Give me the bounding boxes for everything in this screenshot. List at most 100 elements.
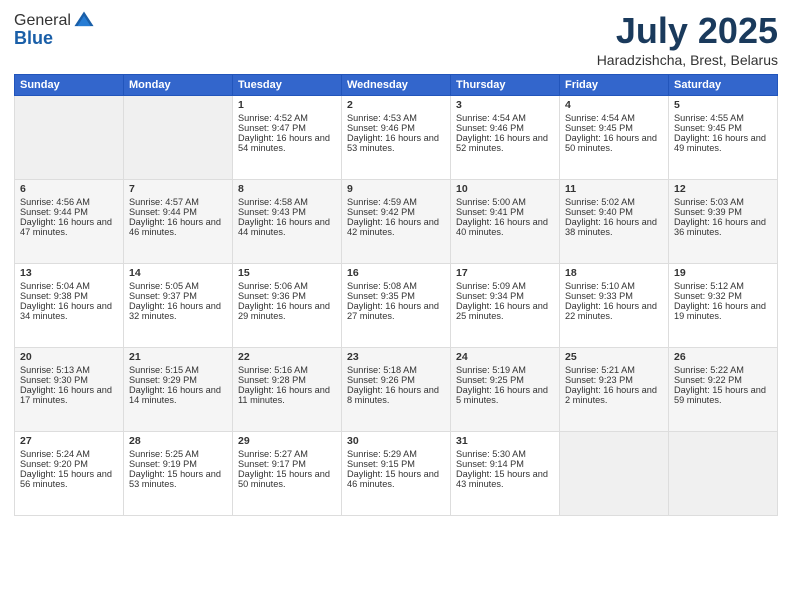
calendar-week-2: 6Sunrise: 4:56 AMSunset: 9:44 PMDaylight…	[15, 180, 778, 264]
daylight-text: Daylight: 16 hours and 5 minutes.	[456, 385, 554, 405]
sunset-text: Sunset: 9:40 PM	[565, 207, 663, 217]
sunset-text: Sunset: 9:17 PM	[238, 459, 336, 469]
daylight-text: Daylight: 16 hours and 40 minutes.	[456, 217, 554, 237]
daylight-text: Daylight: 16 hours and 34 minutes.	[20, 301, 118, 321]
logo-icon	[73, 10, 95, 32]
calendar-cell: 30Sunrise: 5:29 AMSunset: 9:15 PMDayligh…	[342, 432, 451, 516]
day-number: 8	[238, 183, 336, 195]
day-number: 17	[456, 267, 554, 279]
calendar-header-monday: Monday	[124, 75, 233, 96]
calendar-cell: 4Sunrise: 4:54 AMSunset: 9:45 PMDaylight…	[560, 96, 669, 180]
sunrise-text: Sunrise: 5:25 AM	[129, 449, 227, 459]
sunrise-text: Sunrise: 4:59 AM	[347, 197, 445, 207]
daylight-text: Daylight: 16 hours and 17 minutes.	[20, 385, 118, 405]
calendar-cell: 6Sunrise: 4:56 AMSunset: 9:44 PMDaylight…	[15, 180, 124, 264]
calendar-header-thursday: Thursday	[451, 75, 560, 96]
calendar-cell: 2Sunrise: 4:53 AMSunset: 9:46 PMDaylight…	[342, 96, 451, 180]
sunset-text: Sunset: 9:34 PM	[456, 291, 554, 301]
daylight-text: Daylight: 16 hours and 32 minutes.	[129, 301, 227, 321]
day-number: 16	[347, 267, 445, 279]
daylight-text: Daylight: 15 hours and 46 minutes.	[347, 469, 445, 489]
sunset-text: Sunset: 9:43 PM	[238, 207, 336, 217]
sunrise-text: Sunrise: 5:08 AM	[347, 281, 445, 291]
daylight-text: Daylight: 16 hours and 50 minutes.	[565, 133, 663, 153]
calendar-cell: 15Sunrise: 5:06 AMSunset: 9:36 PMDayligh…	[233, 264, 342, 348]
calendar-header-tuesday: Tuesday	[233, 75, 342, 96]
day-number: 19	[674, 267, 772, 279]
calendar-header-saturday: Saturday	[669, 75, 778, 96]
daylight-text: Daylight: 15 hours and 59 minutes.	[674, 385, 772, 405]
sunset-text: Sunset: 9:19 PM	[129, 459, 227, 469]
sunset-text: Sunset: 9:44 PM	[129, 207, 227, 217]
sunset-text: Sunset: 9:29 PM	[129, 375, 227, 385]
daylight-text: Daylight: 16 hours and 42 minutes.	[347, 217, 445, 237]
daylight-text: Daylight: 16 hours and 46 minutes.	[129, 217, 227, 237]
daylight-text: Daylight: 16 hours and 29 minutes.	[238, 301, 336, 321]
calendar-cell: 29 Sunrise: 5:27 AMSunset: 9:17 PMDayligh…	[233, 432, 342, 516]
sunset-text: Sunset: 9:30 PM	[20, 375, 118, 385]
calendar-header-wednesday: Wednesday	[342, 75, 451, 96]
sunrise-text: Sunrise: 5:06 AM	[238, 281, 336, 291]
day-number: 15	[238, 267, 336, 279]
day-number: 21	[129, 351, 227, 363]
sunset-text: Sunset: 9:44 PM	[20, 207, 118, 217]
sunrise-text: Sunrise: 5:16 AM	[238, 365, 336, 375]
calendar-cell: 13Sunrise: 5:04 AMSunset: 9:38 PMDayligh…	[15, 264, 124, 348]
sunset-text: Sunset: 9:42 PM	[347, 207, 445, 217]
day-number: 4	[565, 99, 663, 111]
day-number: 1	[238, 99, 336, 111]
calendar-cell: 14Sunrise: 5:05 AMSunset: 9:37 PMDayligh…	[124, 264, 233, 348]
calendar-cell: 19Sunrise: 5:12 AMSunset: 9:32 PMDayligh…	[669, 264, 778, 348]
sunset-text: Sunset: 9:41 PM	[456, 207, 554, 217]
calendar-cell: 28Sunrise: 5:25 AMSunset: 9:19 PMDayligh…	[124, 432, 233, 516]
calendar-week-4: 20Sunrise: 5:13 AMSunset: 9:30 PMDayligh…	[15, 348, 778, 432]
calendar-cell	[124, 96, 233, 180]
calendar-week-1: 1Sunrise: 4:52 AMSunset: 9:47 PMDaylight…	[15, 96, 778, 180]
daylight-text: Daylight: 15 hours and 53 minutes.	[129, 469, 227, 489]
calendar-cell: 31Sunrise: 5:30 AMSunset: 9:14 PMDayligh…	[451, 432, 560, 516]
sunrise-text: Sunrise: 5:27 AM	[238, 449, 336, 459]
sunrise-text: Sunrise: 5:19 AM	[456, 365, 554, 375]
month-title: July 2025	[597, 10, 778, 52]
calendar-week-5: 27Sunrise: 5:24 AMSunset: 9:20 PMDayligh…	[15, 432, 778, 516]
calendar-header-row: SundayMondayTuesdayWednesdayThursdayFrid…	[15, 75, 778, 96]
calendar-cell: 26Sunrise: 5:22 AMSunset: 9:22 PMDayligh…	[669, 348, 778, 432]
day-number: 26	[674, 351, 772, 363]
calendar-week-3: 13Sunrise: 5:04 AMSunset: 9:38 PMDayligh…	[15, 264, 778, 348]
sunrise-text: Sunrise: 4:54 AM	[565, 113, 663, 123]
calendar-cell: 8 Sunrise: 4:58 AMSunset: 9:43 PMDaylight…	[233, 180, 342, 264]
daylight-text: Daylight: 16 hours and 44 minutes.	[238, 217, 336, 237]
sunset-text: Sunset: 9:45 PM	[674, 123, 772, 133]
day-number: 11	[565, 183, 663, 195]
sunrise-text: Sunrise: 5:02 AM	[565, 197, 663, 207]
day-number: 29	[238, 435, 336, 447]
daylight-text: Daylight: 16 hours and 49 minutes.	[674, 133, 772, 153]
sunrise-text: Sunrise: 5:03 AM	[674, 197, 772, 207]
sunset-text: Sunset: 9:23 PM	[565, 375, 663, 385]
sunrise-text: Sunrise: 5:18 AM	[347, 365, 445, 375]
sunset-text: Sunset: 9:37 PM	[129, 291, 227, 301]
sunrise-text: Sunrise: 5:04 AM	[20, 281, 118, 291]
day-number: 3	[456, 99, 554, 111]
daylight-text: Daylight: 16 hours and 54 minutes.	[238, 133, 336, 153]
sunset-text: Sunset: 9:47 PM	[238, 123, 336, 133]
day-number: 27	[20, 435, 118, 447]
day-number: 23	[347, 351, 445, 363]
sunrise-text: Sunrise: 5:15 AM	[129, 365, 227, 375]
day-number: 2	[347, 99, 445, 111]
daylight-text: Daylight: 16 hours and 38 minutes.	[565, 217, 663, 237]
daylight-text: Daylight: 15 hours and 56 minutes.	[20, 469, 118, 489]
calendar-cell: 27Sunrise: 5:24 AMSunset: 9:20 PMDayligh…	[15, 432, 124, 516]
sunset-text: Sunset: 9:15 PM	[347, 459, 445, 469]
daylight-text: Daylight: 16 hours and 27 minutes.	[347, 301, 445, 321]
calendar-cell: 12Sunrise: 5:03 AMSunset: 9:39 PMDayligh…	[669, 180, 778, 264]
day-number: 7	[129, 183, 227, 195]
daylight-text: Daylight: 15 hours and 50 minutes.	[238, 469, 336, 489]
logo: General Blue	[14, 10, 95, 49]
day-number: 31	[456, 435, 554, 447]
calendar-cell: 5Sunrise: 4:55 AMSunset: 9:45 PMDaylight…	[669, 96, 778, 180]
calendar-cell	[669, 432, 778, 516]
daylight-text: Daylight: 16 hours and 36 minutes.	[674, 217, 772, 237]
sunrise-text: Sunrise: 4:58 AM	[238, 197, 336, 207]
sunrise-text: Sunrise: 4:57 AM	[129, 197, 227, 207]
